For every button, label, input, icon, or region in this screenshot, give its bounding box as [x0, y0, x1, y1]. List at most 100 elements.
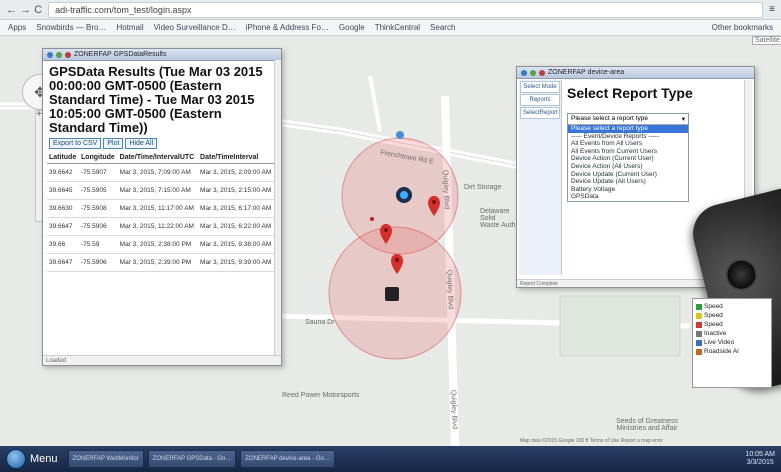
column-header-longitude[interactable]: Longitude	[78, 152, 118, 164]
taskbar-item[interactable]: ZONERFAP WebMonitor	[67, 450, 144, 468]
gps-window-titlebar[interactable]: ZONERFAP GPSDataResults	[43, 49, 281, 61]
report-option[interactable]: Device Update (Current User)	[568, 171, 688, 179]
legend-swatch	[696, 312, 702, 319]
table-row[interactable]: 39.66 -75.59 Mar 3, 2015, 2:38:00 PM Mar…	[47, 235, 275, 254]
place-label-seeds: Seeds of Greatness Ministries and Affair	[616, 418, 678, 432]
gps-action-buttons: Export to CSV Plot Hide All	[49, 138, 275, 149]
report-option[interactable]: Device Action (Current User)	[568, 155, 688, 163]
map-marker[interactable]	[391, 254, 403, 274]
window-control-icon[interactable]	[56, 51, 62, 58]
taskbar: Menu ZONERFAP WebMonitor ZONERFAP GPSDat…	[0, 446, 781, 472]
current-location-marker[interactable]	[395, 184, 413, 206]
bookmark-iphone[interactable]: iPhone & Address Fo…	[246, 23, 329, 32]
report-option[interactable]: Device Update (All Users)	[568, 178, 688, 186]
browser-menu-icon[interactable]: ≡	[769, 4, 775, 15]
road-label-sauna: Sauna Dr	[305, 319, 335, 326]
taskbar-item[interactable]: ZONERFAP GPSData - Go…	[147, 450, 237, 468]
table-cell: Mar 3, 2015, 11:17:00 AM	[117, 199, 199, 218]
table-cell: Mar 3, 2015, 7:09:00 AM	[117, 163, 199, 182]
plot-button[interactable]: Plot	[103, 138, 124, 149]
sidebar-item-select-report[interactable]: SelectReport	[520, 107, 560, 119]
sidebar-item-reports[interactable]: Reports	[520, 94, 560, 106]
clock-time: 10:05 AM	[745, 451, 775, 458]
taskbar-clock[interactable]: 10:05 AM 3/3/2015	[745, 451, 775, 467]
report-option[interactable]: GPSData	[568, 193, 688, 201]
bookmark-snowbirds[interactable]: Snowbirds — Bro…	[36, 23, 106, 32]
legend-label: Speed	[704, 303, 723, 310]
table-cell: 39.6647	[47, 253, 79, 272]
vehicle-icon[interactable]	[385, 287, 399, 301]
table-cell: -75.5906	[78, 253, 118, 272]
report-option[interactable]: Device Action (All Users)	[568, 163, 688, 171]
table-row[interactable]: 39.6630 -75.5908 Mar 3, 2015, 11:17:00 A…	[47, 199, 275, 218]
clock-date: 3/3/2015	[746, 459, 774, 466]
report-option[interactable]: All Events from Current Users	[568, 148, 688, 156]
table-cell: Mar 3, 2015, 7:15:00 AM	[117, 181, 199, 200]
legend-swatch	[696, 303, 702, 310]
report-option[interactable]: Battery Voltage	[568, 186, 688, 194]
table-header-row: Latitude Longitude Date/Time/IntervalUTC…	[47, 152, 275, 164]
table-cell: -75.5906	[78, 217, 118, 236]
camera-lens	[722, 255, 761, 295]
start-button[interactable]	[6, 449, 26, 469]
table-cell: Mar 3, 2015, 2:38:00 PM	[117, 235, 199, 254]
map-marker[interactable]	[428, 196, 440, 216]
table-row[interactable]: 39.6645 -75.5905 Mar 3, 2015, 7:15:00 AM…	[47, 181, 275, 200]
export-csv-button[interactable]: Export to CSV	[49, 138, 102, 149]
taskbar-item[interactable]: ZONERFAP device-area - Go…	[240, 450, 335, 468]
legend-item: Inactive	[696, 329, 768, 338]
window-control-icon[interactable]	[530, 69, 536, 76]
bookmark-thinkcentral[interactable]: ThinkCentral	[375, 23, 420, 32]
report-window-titlebar[interactable]: ZONERFAP device-area	[517, 67, 754, 79]
gps-window-title: ZONERFAP GPSDataResults	[74, 51, 167, 58]
map-marker[interactable]	[380, 224, 392, 244]
table-cell: Mar 3, 2015, 11:22:00 AM	[117, 217, 199, 236]
bookmark-video-surveillance[interactable]: Video Surveillance D…	[154, 23, 236, 32]
close-icon[interactable]	[65, 51, 71, 58]
address-bar[interactable]: adi-traffic.com/tom_test/login.aspx	[48, 1, 764, 18]
report-option[interactable]: Please select a report type	[568, 125, 688, 133]
legend-item: Speed	[696, 320, 768, 329]
place-label-reed-power: Reed Power Motorsports	[282, 392, 360, 399]
window-control-icon[interactable]	[521, 69, 527, 76]
report-type-selected[interactable]: Please select a report type ▾	[568, 114, 688, 125]
bookmark-google[interactable]: Google	[339, 23, 365, 32]
road-label-quigley-3: Quigley Blvd	[449, 389, 458, 430]
table-cell: Mar 3, 2015, 9:39:00 AM	[198, 253, 275, 272]
table-row[interactable]: 39.6647 -75.5906 Mar 3, 2015, 11:22:00 A…	[47, 217, 275, 236]
bookmark-apps[interactable]: Apps	[8, 23, 26, 32]
gps-window-scrollbar[interactable]	[274, 60, 281, 355]
bookmark-search[interactable]: Search	[430, 23, 455, 32]
report-option[interactable]: All Events from All Users	[568, 140, 688, 148]
chevron-down-icon[interactable]: ▾	[682, 115, 685, 123]
report-sidebar: Select Mode Reports SelectReport	[519, 80, 562, 275]
legend-label: Live Video	[704, 339, 735, 346]
table-cell: Mar 3, 2015, 9:38:00 AM	[198, 235, 275, 254]
legend-swatch	[696, 348, 702, 355]
legend-item: Live Video	[696, 338, 768, 347]
table-cell: Mar 3, 2015, 6:17:00 AM	[198, 199, 275, 218]
column-header-latitude[interactable]: Latitude	[47, 152, 79, 164]
legend-label: Inactive	[704, 330, 727, 337]
sidebar-item-select-mode[interactable]: Select Mode	[520, 81, 560, 93]
map-copyright: Map data ©2015 Google 200 ft Terms of Us…	[520, 438, 663, 444]
menu-label[interactable]: Menu	[30, 453, 58, 465]
table-cell: Mar 3, 2015, 2:09:00 AM	[198, 163, 275, 182]
map-type-satellite[interactable]: Satellite	[752, 36, 781, 45]
legend-swatch	[696, 339, 702, 346]
report-option[interactable]: ----- Event/Device Reports -----	[568, 133, 688, 141]
table-cell: -75.5907	[78, 163, 118, 182]
gps-results-window: ZONERFAP GPSDataResults GPSData Results …	[42, 48, 282, 366]
hide-all-button[interactable]: Hide All	[125, 138, 158, 149]
window-control-icon[interactable]	[47, 51, 53, 58]
table-row[interactable]: 39.6647 -75.5906 Mar 3, 2015, 2:39:00 PM…	[47, 253, 275, 272]
browser-nav-buttons[interactable]: ← → C	[6, 4, 42, 16]
column-header-datetime[interactable]: Date/TimeInterval	[198, 152, 275, 164]
bookmark-other[interactable]: Other bookmarks	[712, 23, 773, 32]
table-row[interactable]: 39.6642 -75.5907 Mar 3, 2015, 7:09:00 AM…	[47, 163, 275, 182]
bookmark-hotmail[interactable]: Hotmail	[116, 23, 143, 32]
table-cell: -75.5905	[78, 181, 118, 200]
report-type-select[interactable]: Please select a report type ▾ Please sel…	[567, 113, 689, 202]
column-header-datetime-utc[interactable]: Date/Time/IntervalUTC	[117, 152, 199, 164]
close-icon[interactable]	[539, 69, 545, 76]
